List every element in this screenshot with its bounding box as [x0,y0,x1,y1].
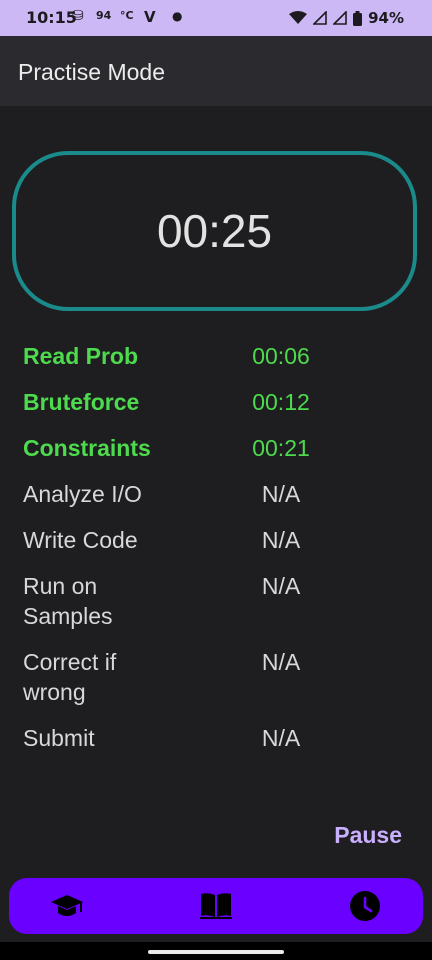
step-label-bruteforce: Bruteforce [23,389,140,415]
step-time-submit: N/A [261,725,301,751]
status-right: 94% [289,9,404,27]
wifi-icon [289,11,308,24]
battery-icon [353,10,363,26]
carrier-icon: V [144,8,156,26]
system-navigation-bar [0,942,432,960]
timer-value: 00:25 [156,205,273,257]
step-label-constraints: Constraints [23,435,151,461]
battery-percent: 94% [368,9,404,27]
home-handle[interactable] [148,950,284,954]
status-time: 10:15 [26,8,77,27]
step-time-run-on-samples: N/A [261,573,301,599]
temperature-value: 94 [96,9,112,22]
app-bar: Practise Mode [0,36,432,106]
pause-button[interactable]: Pause [334,822,402,849]
book-icon [200,893,232,919]
step-time-correct-if-wrong: N/A [261,649,301,675]
dot-icon: ● [172,9,183,23]
step-label-run-on-samples: Run on Samples [23,573,113,629]
temperature-unit: °C [120,9,134,22]
step-time-bruteforce: 00:12 [252,389,310,415]
graduation-cap-icon [51,895,83,916]
storage-icon: ⛁ [72,8,84,24]
step-time-constraints: 00:21 [252,435,310,461]
clock-icon [350,891,380,921]
step-label-analyze-io: Analyze I/O [23,481,142,507]
status-bar: 10:15 ⛁ 94 °C V ● 94% [0,0,432,36]
step-time-analyze-io: N/A [261,481,301,507]
step-label-read-prob: Read Prob [23,343,139,369]
timer-display: 00:25 [12,151,417,311]
nav-learn-button[interactable] [27,878,107,934]
step-label-write-code: Write Code [23,527,138,553]
step-label-submit: Submit [23,725,95,751]
signal-icon [313,11,327,25]
step-time-read-prob: 00:06 [252,343,310,369]
bottom-nav [9,878,423,934]
signal-icon-2 [333,11,347,25]
nav-timer-button[interactable] [325,878,405,934]
step-time-write-code: N/A [261,527,301,553]
step-label-correct-if-wrong: Correct if wrong [23,649,117,705]
nav-book-button[interactable] [176,878,256,934]
page-title: Practise Mode [18,59,166,85]
